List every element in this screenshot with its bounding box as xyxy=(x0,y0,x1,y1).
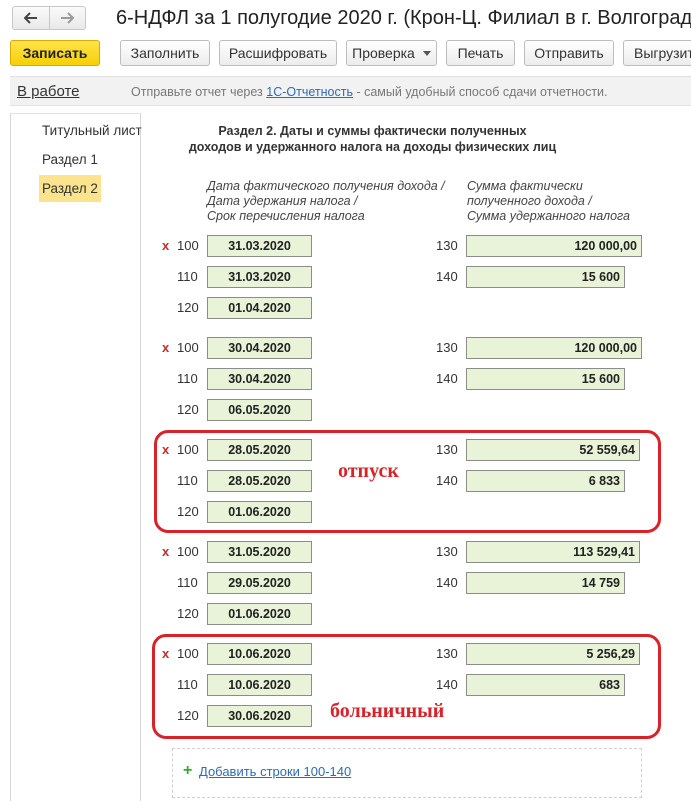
back-button[interactable] xyxy=(13,7,49,29)
send-button[interactable]: Отправить xyxy=(524,40,614,66)
tax-amount-field[interactable]: 15 600 xyxy=(466,368,625,390)
transfer-deadline-field[interactable]: 06.05.2020 xyxy=(207,399,312,421)
status-link[interactable]: В работе xyxy=(17,83,80,100)
code-110: 110 xyxy=(177,269,198,284)
reporting-service-link[interactable]: 1С-Отчетность xyxy=(266,85,353,99)
sick-leave-highlight-box xyxy=(152,634,661,739)
code-120: 120 xyxy=(177,402,199,417)
code-120: 120 xyxy=(177,300,199,315)
income-amount-field[interactable]: 120 000,00 xyxy=(466,235,642,257)
upload-button[interactable]: Выгрузить xyxy=(623,40,691,66)
section-title-line-2: доходов и удержанного налога на доходы ф… xyxy=(188,140,557,154)
print-button[interactable]: Печать xyxy=(446,40,515,66)
sidebar-item-section-2[interactable]: Раздел 2 xyxy=(39,175,101,202)
income-amount-field[interactable]: 120 000,00 xyxy=(466,337,642,359)
dates-column-header: Дата фактического получения дохода / Дат… xyxy=(207,179,445,223)
tax-amount-field[interactable]: 15 600 xyxy=(466,266,625,288)
withholding-date-field[interactable]: 30.04.2020 xyxy=(207,368,312,390)
code-140: 140 xyxy=(436,575,458,590)
withholding-date-field[interactable]: 29.05.2020 xyxy=(207,572,312,594)
check-dropdown-button[interactable]: Проверка xyxy=(346,40,437,66)
code-130: 130 xyxy=(436,340,458,355)
code-130: 130 xyxy=(436,238,458,253)
sick-leave-label: больничный xyxy=(330,700,445,722)
income-marker: x xyxy=(162,340,170,355)
add-rows-link[interactable]: Добавить строки 100-140 xyxy=(199,764,351,779)
sections-sidebar: Титульный лист Раздел 1 Раздел 2 xyxy=(10,113,142,801)
hint-text-after: - самый удобный способ сдачи отчетности. xyxy=(352,85,608,99)
navigation-buttons xyxy=(12,6,86,30)
income-marker: x xyxy=(162,238,170,253)
window-title: 6-НДФЛ за 1 полугодие 2020 г. (Крон-Ц. Ф… xyxy=(116,7,691,29)
vacation-label: отпуск xyxy=(338,460,399,482)
income-date-field[interactable]: 31.05.2020 xyxy=(207,541,312,563)
code-100: 100 xyxy=(177,340,199,355)
code-100: 100 xyxy=(177,238,199,253)
forward-button[interactable] xyxy=(48,7,86,29)
code-140: 140 xyxy=(436,371,458,386)
income-date-field[interactable]: 31.03.2020 xyxy=(207,235,312,257)
transfer-deadline-field[interactable]: 01.06.2020 xyxy=(207,603,312,625)
fill-button[interactable]: Заполнить xyxy=(120,40,210,66)
arrow-left-icon xyxy=(23,12,37,24)
code-100: 100 xyxy=(177,544,199,559)
section-title: Раздел 2. Даты и суммы фактически получе… xyxy=(150,123,595,155)
income-amount-field[interactable]: 113 529,41 xyxy=(466,541,640,563)
plus-icon: + xyxy=(183,762,193,779)
code-110: 110 xyxy=(177,371,198,386)
sidebar-item-title-page[interactable]: Титульный лист xyxy=(39,117,145,144)
section-2-form: Раздел 2. Даты и суммы фактически получе… xyxy=(150,113,691,801)
section-title-line-1: Раздел 2. Даты и суммы фактически получе… xyxy=(218,124,527,138)
code-140: 140 xyxy=(436,269,458,284)
income-date-field[interactable]: 30.04.2020 xyxy=(207,337,312,359)
arrow-right-icon xyxy=(61,12,75,24)
withholding-date-field[interactable]: 31.03.2020 xyxy=(207,266,312,288)
vacation-highlight-box xyxy=(154,430,661,533)
hint-text-before: Отправьте отчет через xyxy=(131,85,267,99)
add-rows-area: + Добавить строки 100-140 xyxy=(172,748,642,798)
chevron-down-icon xyxy=(422,50,431,56)
check-button-label: Проверка xyxy=(352,45,415,61)
write-button[interactable]: Записать xyxy=(10,40,100,66)
sidebar-item-section-1[interactable]: Раздел 1 xyxy=(39,146,101,173)
hint-text: Отправьте отчет через 1С-Отчетность - са… xyxy=(131,85,608,99)
code-120: 120 xyxy=(177,606,199,621)
code-130: 130 xyxy=(436,544,458,559)
amounts-column-header: Сумма фактически полученного дохода / Су… xyxy=(467,179,631,223)
transfer-deadline-field[interactable]: 01.04.2020 xyxy=(207,297,312,319)
decode-button[interactable]: Расшифровать xyxy=(219,40,337,66)
tax-amount-field[interactable]: 14 759 xyxy=(466,572,625,594)
code-110: 110 xyxy=(177,575,198,590)
status-bar: В работе Отправьте отчет через 1С-Отчетн… xyxy=(10,76,691,106)
income-marker: x xyxy=(162,544,170,559)
